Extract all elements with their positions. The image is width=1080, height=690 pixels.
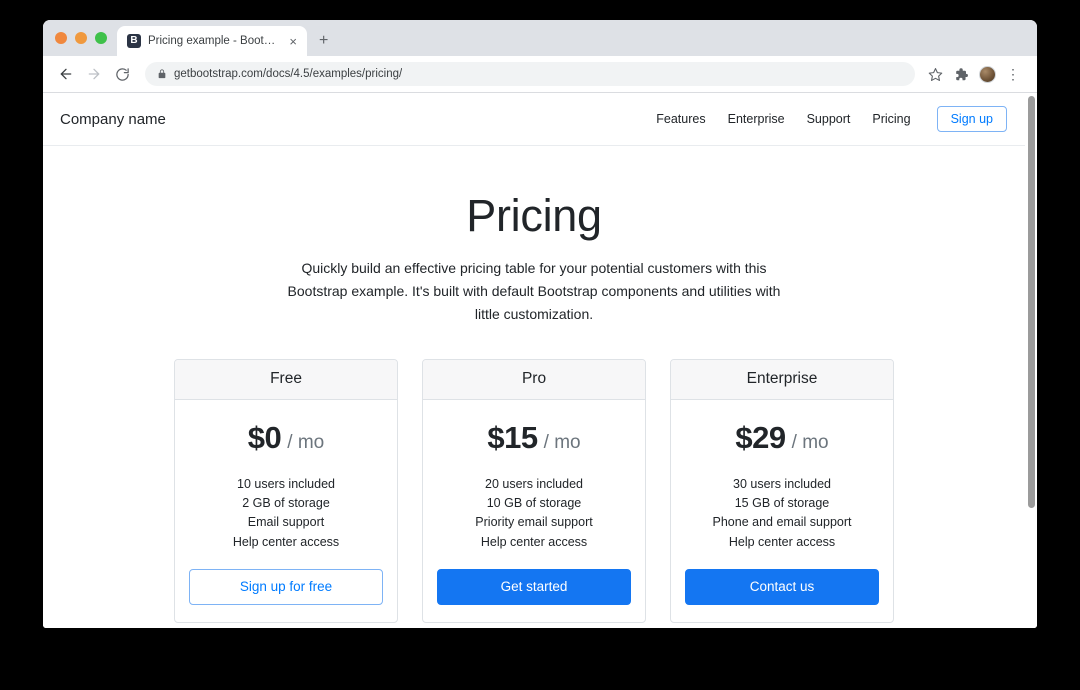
site-navbar: Company name Features Enterprise Support…	[43, 93, 1025, 146]
plan-name: Free	[270, 370, 302, 387]
price-amount: $15	[487, 420, 537, 456]
page-viewport: Company name Features Enterprise Support…	[43, 93, 1037, 628]
browser-menu-icon[interactable]: ⋮	[1001, 62, 1025, 86]
nav-link-enterprise[interactable]: Enterprise	[728, 112, 785, 126]
scrollbar-thumb[interactable]	[1028, 96, 1035, 508]
list-item: Priority email support	[437, 513, 631, 532]
price-period: / mo	[544, 432, 581, 454]
url-text: getbootstrap.com/docs/4.5/examples/prici…	[174, 68, 402, 80]
list-item: 2 GB of storage	[189, 494, 383, 513]
feature-list: 20 users included 10 GB of storage Prior…	[437, 475, 631, 553]
price-row: $29 / mo	[685, 420, 879, 456]
feature-list: 30 users included 15 GB of storage Phone…	[685, 475, 879, 553]
price-amount: $29	[735, 420, 785, 456]
list-item: 15 GB of storage	[685, 494, 879, 513]
maximize-window-button[interactable]	[95, 32, 107, 44]
lock-icon	[157, 68, 167, 80]
signup-button[interactable]: Sign up	[937, 106, 1007, 133]
extensions-puzzle-icon[interactable]	[949, 62, 973, 86]
signup-for-free-button[interactable]: Sign up for free	[189, 569, 383, 605]
card-body: $0 / mo 10 users included 2 GB of storag…	[175, 400, 397, 623]
close-tab-icon[interactable]: ×	[287, 33, 299, 50]
list-item: 20 users included	[437, 475, 631, 494]
card-header: Enterprise	[671, 360, 893, 400]
page-content: Company name Features Enterprise Support…	[43, 93, 1025, 628]
page-scrollbar[interactable]	[1025, 93, 1037, 628]
avatar	[979, 66, 996, 83]
window-controls	[53, 20, 117, 56]
profile-avatar[interactable]	[975, 62, 999, 86]
pricing-card-enterprise: Enterprise $29 / mo 30 users included 15…	[670, 359, 894, 624]
hero-subtitle: Quickly build an effective pricing table…	[279, 257, 789, 327]
forward-arrow-icon	[81, 61, 107, 87]
browser-tab[interactable]: B Pricing example - Bootstrap ×	[117, 26, 307, 56]
list-item: Help center access	[437, 533, 631, 552]
list-item: Email support	[189, 513, 383, 532]
minimize-window-button[interactable]	[75, 32, 87, 44]
card-body: $15 / mo 20 users included 10 GB of stor…	[423, 400, 645, 623]
pricing-card-pro: Pro $15 / mo 20 users included 10 GB of …	[422, 359, 646, 624]
tab-strip: B Pricing example - Bootstrap × +	[43, 20, 1037, 56]
pricing-card-free: Free $0 / mo 10 users included 2 GB of s…	[174, 359, 398, 624]
nav-link-support[interactable]: Support	[807, 112, 851, 126]
price-period: / mo	[792, 432, 829, 454]
list-item: Help center access	[685, 533, 879, 552]
pricing-cards: Free $0 / mo 10 users included 2 GB of s…	[43, 359, 1025, 624]
price-amount: $0	[248, 420, 281, 456]
nav-links: Features Enterprise Support Pricing Sign…	[656, 106, 1007, 133]
browser-window: B Pricing example - Bootstrap × +	[43, 20, 1037, 628]
bootstrap-favicon-icon: B	[127, 34, 141, 48]
nav-link-pricing[interactable]: Pricing	[872, 112, 910, 126]
nav-link-features[interactable]: Features	[656, 112, 705, 126]
price-row: $0 / mo	[189, 420, 383, 456]
get-started-button[interactable]: Get started	[437, 569, 631, 605]
feature-list: 10 users included 2 GB of storage Email …	[189, 475, 383, 553]
price-period: / mo	[287, 432, 324, 454]
price-row: $15 / mo	[437, 420, 631, 456]
list-item: Help center access	[189, 533, 383, 552]
bookmark-star-icon[interactable]	[923, 62, 947, 86]
list-item: 10 users included	[189, 475, 383, 494]
card-body: $29 / mo 30 users included 15 GB of stor…	[671, 400, 893, 623]
plan-name: Pro	[522, 370, 546, 387]
brand-name[interactable]: Company name	[60, 111, 166, 128]
list-item: 30 users included	[685, 475, 879, 494]
contact-us-button[interactable]: Contact us	[685, 569, 879, 605]
close-window-button[interactable]	[55, 32, 67, 44]
plan-name: Enterprise	[747, 370, 818, 387]
hero-section: Pricing Quickly build an effective prici…	[43, 146, 1025, 327]
new-tab-button[interactable]: +	[319, 33, 328, 49]
tab-title: Pricing example - Bootstrap	[148, 35, 280, 47]
browser-toolbar: getbootstrap.com/docs/4.5/examples/prici…	[43, 56, 1037, 93]
reload-icon[interactable]	[109, 61, 135, 87]
list-item: 10 GB of storage	[437, 494, 631, 513]
card-header: Pro	[423, 360, 645, 400]
back-arrow-icon[interactable]	[53, 61, 79, 87]
card-header: Free	[175, 360, 397, 400]
page-title: Pricing	[43, 191, 1025, 241]
address-bar[interactable]: getbootstrap.com/docs/4.5/examples/prici…	[145, 62, 915, 86]
list-item: Phone and email support	[685, 513, 879, 532]
